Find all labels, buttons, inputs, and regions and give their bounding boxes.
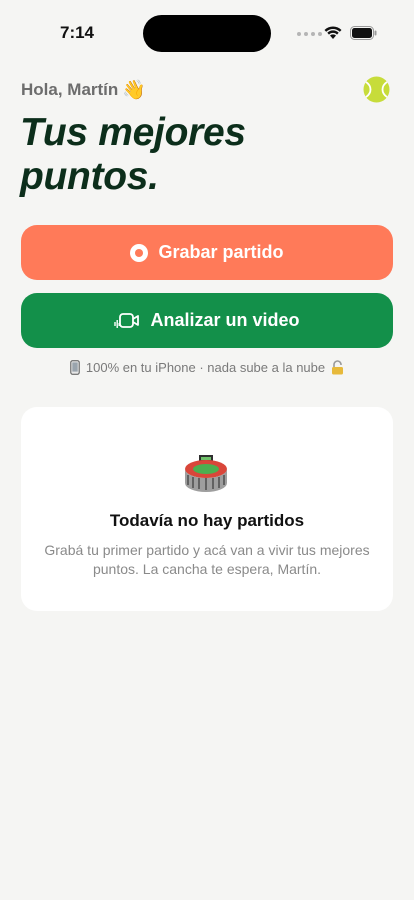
- cellular-signal-icon: [297, 32, 322, 36]
- lock-icon: [332, 360, 344, 375]
- privacy-note-text: 100% en tu iPhone · nada sube a la nube: [85, 360, 326, 375]
- phone-icon: [70, 360, 80, 375]
- record-match-button[interactable]: Grabar partido: [21, 225, 393, 280]
- status-bar: 7:14: [0, 0, 414, 66]
- analyze-video-button[interactable]: Analizar un video: [21, 293, 393, 348]
- record-match-label: Grabar partido: [158, 242, 284, 262]
- status-time: 7:14: [59, 23, 95, 42]
- dynamic-island: [143, 15, 271, 52]
- empty-state-description: Grabá tu primer partido y acá van a vivi…: [44, 542, 370, 577]
- page-title: Tus mejores puntos.: [20, 111, 246, 198]
- stadium-icon: [185, 455, 227, 492]
- wifi-icon: [324, 26, 342, 39]
- empty-state-card: Todavía no hay partidos Grabá tu primer …: [21, 407, 393, 611]
- privacy-note: 100% en tu iPhone · nada sube a la nube: [0, 360, 414, 375]
- empty-state-title: Todavía no hay partidos: [109, 511, 305, 530]
- video-analyze-icon: [114, 312, 140, 328]
- greeting: Hola, Martín 👋: [21, 78, 146, 102]
- analyze-video-label: Analizar un video: [150, 310, 300, 330]
- battery-icon: [350, 26, 377, 40]
- tennis-ball-icon[interactable]: [363, 76, 390, 103]
- waving-hand-icon: 👋: [122, 80, 146, 101]
- greeting-text: Hola, Martín: [21, 80, 119, 99]
- record-icon: [130, 243, 149, 262]
